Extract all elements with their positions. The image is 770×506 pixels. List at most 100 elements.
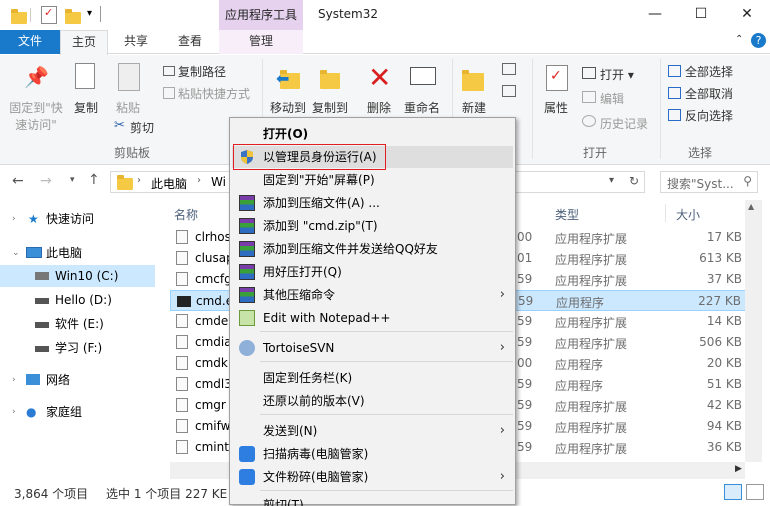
title-bar: ✓ ▾ 应用程序工具 System32 — ☐ ✕ [0, 0, 770, 30]
archive-icon [239, 264, 255, 280]
large-icons-view-icon[interactable] [746, 484, 764, 500]
scroll-right-icon[interactable]: ▶ [735, 464, 742, 474]
nav-label: Win10 (C:) [55, 269, 119, 283]
pin-icon: 📌 [24, 65, 49, 89]
paste-button[interactable]: 粘贴 [112, 99, 144, 116]
expand-icon[interactable]: › [12, 208, 16, 230]
folder-icon[interactable] [10, 6, 27, 24]
menu-send-to[interactable]: 发送到(N) › [232, 420, 513, 442]
menu-shred-file[interactable]: 文件粉碎(电脑管家) › [232, 466, 513, 488]
menu-add-archive[interactable]: 添加到压缩文件(A) ... [232, 192, 513, 214]
new-folder-quick-icon[interactable] [64, 6, 81, 24]
rename-button[interactable]: 重命名 [402, 99, 442, 116]
menu-label: 发送到(N) [263, 424, 318, 438]
context-menu: 打开(O) 以管理员身份运行(A) 固定到"开始"屏幕(P) 添加到压缩文件(A… [229, 117, 516, 506]
file-size: 17 KB [706, 230, 742, 244]
quick-access-dropdown-icon[interactable]: ▾ [87, 8, 92, 19]
collapse-icon[interactable]: ⌄ [12, 242, 20, 264]
menu-restore-previous[interactable]: 还原以前的版本(V) [232, 390, 513, 412]
app-tools-context-tab[interactable]: 应用程序工具 [219, 0, 303, 30]
menu-add-cmd-zip[interactable]: 添加到 "cmd.zip"(T) [232, 215, 513, 237]
tab-file[interactable]: 文件 [0, 30, 60, 54]
delete-button[interactable]: 删除 [364, 99, 394, 116]
menu-add-and-send-qq[interactable]: 添加到压缩文件并发送给QQ好友 [232, 238, 513, 260]
menu-pin-taskbar[interactable]: 固定到任务栏(K) [232, 367, 513, 389]
paste-shortcut-button[interactable]: 粘贴快捷方式 [178, 85, 250, 102]
select-none-icon [668, 87, 681, 99]
menu-scan-virus[interactable]: 扫描病毒(电脑管家) [232, 443, 513, 465]
menu-open[interactable]: 打开(O) [232, 123, 513, 145]
close-button[interactable]: ✕ [724, 0, 770, 30]
menu-label: 用好压打开(Q) [263, 265, 342, 279]
path-this-pc[interactable]: 此电脑 [151, 175, 187, 192]
select-group-label: 选择 [687, 146, 712, 160]
column-name[interactable]: 名称 [174, 206, 198, 223]
back-arrow-icon[interactable]: ← [12, 173, 24, 189]
menu-run-as-admin[interactable]: 以管理员身份运行(A) [232, 146, 513, 168]
copy-path-button[interactable]: 复制路径 [178, 63, 226, 80]
address-dropdown-icon[interactable]: ▾ [609, 175, 614, 186]
tab-share[interactable]: 共享 [114, 30, 158, 54]
expand-icon[interactable]: › [12, 369, 16, 391]
forward-arrow-icon[interactable]: → [40, 173, 52, 189]
nav-drive-e[interactable]: 软件 (E:) [0, 313, 155, 335]
new-button[interactable]: 新建 [458, 99, 490, 116]
copy-to-button[interactable]: 复制到 [310, 99, 350, 116]
tab-view[interactable]: 查看 [168, 30, 212, 54]
drive-icon [35, 346, 49, 352]
menu-pin-start[interactable]: 固定到"开始"屏幕(P) [232, 169, 513, 191]
file-size: 37 KB [706, 272, 742, 286]
help-icon[interactable]: ? [751, 33, 766, 48]
select-all-button[interactable]: 全部选择 [685, 63, 733, 80]
column-size[interactable]: 大小 [676, 206, 700, 223]
edit-button[interactable]: 编辑 [600, 90, 624, 107]
properties-quick-icon[interactable]: ✓ [41, 6, 57, 24]
tab-home[interactable]: 主页 [60, 30, 108, 55]
nav-drive-d[interactable]: Hello (D:) [0, 289, 155, 311]
minimize-button[interactable]: — [632, 0, 678, 30]
menu-other-compress[interactable]: 其他压缩命令 › [232, 284, 513, 306]
homegroup-icon: ● [26, 405, 37, 419]
easy-access-icon[interactable] [502, 85, 516, 97]
nav-drive-c[interactable]: Win10 (C:) [0, 265, 155, 287]
window-title: System32 [318, 7, 379, 21]
open-group-label: 打开 [582, 146, 607, 160]
collapse-ribbon-icon[interactable]: ⌃ [735, 34, 743, 45]
path-windows[interactable]: Wi [211, 175, 226, 189]
refresh-icon[interactable]: ↻ [629, 174, 639, 188]
menu-open-with-haozip[interactable]: 用好压打开(Q) [232, 261, 513, 283]
select-all-icon [668, 65, 681, 77]
pin-quick-access-button[interactable]: 固定到"快 速访问" [6, 99, 66, 133]
nav-quick-access[interactable]: › ★ 快速访问 [0, 208, 155, 230]
history-button[interactable]: 历史记录 [600, 115, 648, 132]
nav-drive-f[interactable]: 学习 (F:) [0, 337, 155, 359]
nav-network[interactable]: › 网络 [0, 369, 155, 391]
properties-button[interactable]: 属性 [540, 99, 572, 116]
new-item-icon[interactable] [502, 63, 516, 75]
maximize-button[interactable]: ☐ [678, 0, 724, 30]
invert-selection-button[interactable]: 反向选择 [685, 107, 733, 124]
move-to-button[interactable]: 移动到 [268, 99, 308, 116]
nav-this-pc[interactable]: ⌄ 此电脑 [0, 242, 155, 264]
archive-icon [239, 241, 255, 257]
cut-button[interactable]: 剪切 [130, 119, 154, 136]
nav-homegroup[interactable]: › ● 家庭组 [0, 401, 155, 423]
tab-manage[interactable]: 管理 [219, 30, 303, 54]
column-type[interactable]: 类型 [555, 206, 579, 223]
recent-locations-icon[interactable]: ▾ [70, 175, 75, 185]
search-input[interactable]: 搜索"Syst... ⚲ [660, 171, 758, 193]
copy-button[interactable]: 复制 [70, 99, 102, 116]
select-none-button[interactable]: 全部取消 [685, 85, 733, 102]
vertical-scrollbar[interactable]: ▲ [745, 200, 762, 462]
expand-icon[interactable]: › [12, 401, 16, 423]
file-icon [176, 440, 188, 454]
file-type: 应用程序扩展 [555, 253, 628, 267]
menu-edit-notepadpp[interactable]: Edit with Notepad++ [232, 307, 513, 329]
scroll-up-icon[interactable]: ▲ [748, 202, 754, 211]
tortoise-icon [239, 340, 255, 356]
network-icon [26, 374, 40, 385]
menu-tortoisesvn[interactable]: TortoiseSVN › [232, 337, 513, 359]
open-button[interactable]: 打开 ▾ [600, 66, 634, 83]
details-view-icon[interactable] [724, 484, 742, 500]
up-arrow-icon[interactable]: ↑ [88, 172, 100, 188]
